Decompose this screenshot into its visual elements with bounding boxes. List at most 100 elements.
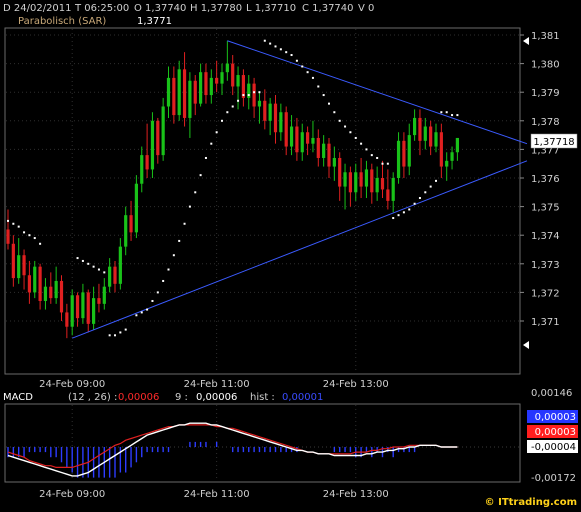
candle-body	[161, 106, 165, 156]
sar-dot	[397, 214, 400, 217]
candle-body	[134, 183, 138, 233]
macd-params: (12 , 26) :	[68, 392, 117, 403]
sar-dot	[178, 239, 181, 242]
candle-body	[156, 120, 160, 156]
sar-dot	[215, 131, 218, 134]
price-tick-label: 1,379	[531, 88, 560, 99]
candle-body	[43, 286, 48, 301]
macd-label: MACD	[3, 392, 33, 403]
sar-dot	[221, 119, 223, 122]
candle-body	[182, 69, 187, 118]
sar-dot	[167, 268, 170, 271]
sar-dot	[402, 211, 405, 214]
sar-dot	[226, 111, 229, 114]
sar-dot	[295, 59, 298, 62]
candle-body	[102, 286, 106, 304]
scroll-down-icon[interactable]	[523, 341, 529, 349]
trendlines	[72, 40, 528, 339]
candle-body	[252, 83, 256, 107]
signal-line	[7, 424, 458, 468]
candle-body	[33, 266, 37, 293]
candle-body	[225, 63, 229, 73]
trendline[interactable]	[72, 160, 528, 339]
sar-dot	[408, 208, 411, 211]
candle-body	[263, 100, 267, 121]
sar-dot	[258, 91, 261, 94]
price-tick-label: 1,376	[531, 174, 560, 185]
ohlc-header: D 24/02/2011 T 06:25:00 O 1,37740 H 1,37…	[3, 3, 374, 14]
candle-body	[124, 215, 128, 247]
sar-dot	[156, 291, 159, 294]
candle-body	[193, 80, 197, 104]
price-tick-label: 1,374	[531, 231, 560, 242]
sar-dot	[108, 334, 111, 337]
sar-dot	[279, 48, 282, 51]
sar-dot	[124, 328, 127, 331]
candle-body	[49, 286, 53, 299]
candle-body	[220, 72, 224, 84]
price-axis: 1,3811,3801,3791,3781,3771,3761,3751,374…	[520, 31, 560, 328]
macd-histogram	[7, 441, 416, 478]
sar-dot	[392, 217, 395, 220]
sar-dot	[418, 197, 421, 200]
sar-dot	[311, 76, 314, 79]
price-panel-frame	[4, 27, 521, 375]
sar-dot	[119, 331, 122, 334]
header-volume: V 0	[358, 3, 374, 14]
candle-body	[402, 140, 406, 167]
macd-tick-label: 0,00146	[531, 388, 572, 399]
sar-dot	[328, 102, 330, 105]
sar-dot	[317, 85, 320, 88]
sar-dot	[456, 114, 459, 117]
sar-dot	[231, 105, 234, 108]
macd-time-label: 24-Feb 13:00	[323, 489, 389, 500]
sar-dot	[354, 136, 357, 139]
candle-body	[348, 172, 352, 193]
candle-body	[54, 280, 58, 299]
header-date: D 24/02/2011	[3, 3, 72, 14]
candle-body	[268, 103, 272, 121]
candle-body	[59, 280, 64, 313]
header-close: C 1,37740	[302, 3, 354, 14]
price-time-axis: 24-Feb 09:00 24-Feb 11:00 24-Feb 13:00	[39, 379, 389, 390]
sar-dot	[306, 71, 309, 74]
price-tick-label: 1,375	[531, 203, 560, 214]
candle-body	[396, 140, 401, 178]
sar-dot	[33, 237, 36, 240]
candle-body	[311, 137, 315, 144]
sar-dot	[274, 45, 277, 48]
macd-time-axis: 24-Feb 09:00 24-Feb 11:00 24-Feb 13:00	[39, 489, 389, 500]
candle-body	[445, 160, 449, 167]
sar-dot	[17, 225, 20, 228]
macd-header: MACD (12 , 26) : 0,00006 9 : 0,00006 his…	[3, 392, 323, 403]
macd-time-label: 24-Feb 11:00	[184, 489, 250, 500]
sar-dot	[81, 259, 84, 262]
candle-body	[429, 126, 433, 147]
header-time: T 06:25:00	[74, 3, 129, 14]
candle-body	[284, 112, 288, 147]
candle-body	[177, 69, 181, 116]
sar-dot	[413, 202, 416, 205]
candle-body	[113, 266, 117, 284]
signal-period: 9 :	[175, 392, 188, 403]
sar-dot	[87, 262, 90, 265]
scroll-up-icon[interactable]	[523, 37, 529, 45]
sar-dot	[140, 311, 143, 314]
sar-dot	[440, 111, 443, 114]
indicator-value: 1,3771	[137, 16, 172, 27]
sar-dot	[162, 279, 165, 282]
price-time-label: 24-Feb 09:00	[39, 379, 105, 390]
sar-dot	[103, 271, 106, 274]
sar-dot	[386, 162, 389, 165]
sar-dot	[135, 314, 138, 317]
candle-body	[257, 100, 262, 107]
price-tick-label: 1,381	[531, 31, 560, 42]
candle-body	[92, 298, 96, 324]
candle-body	[204, 72, 208, 96]
sar-dot	[114, 334, 116, 337]
price-tick-label: 1,380	[531, 60, 560, 71]
chart-canvas: D 24/02/2011 T 06:25:00 O 1,37740 H 1,37…	[3, 3, 578, 508]
price-time-label: 24-Feb 11:00	[184, 379, 250, 390]
candle-body	[11, 243, 15, 279]
signal-value: 0,00006	[196, 392, 237, 403]
